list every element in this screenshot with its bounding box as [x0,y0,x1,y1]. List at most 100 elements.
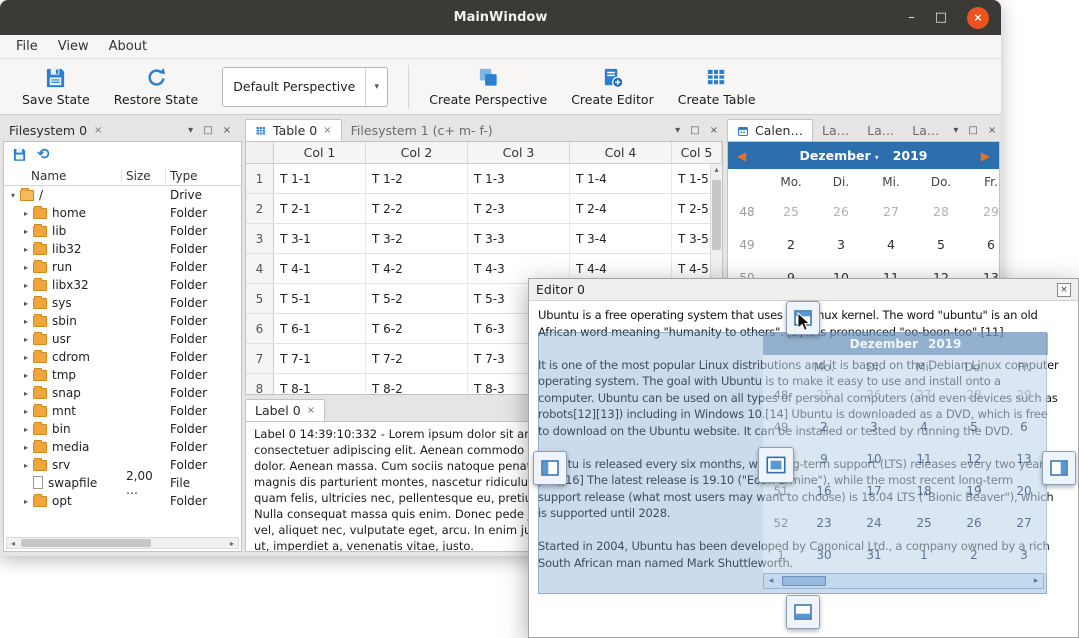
panel-close-icon[interactable]: × [705,125,723,136]
table-cell[interactable]: T 5-2 [366,284,468,313]
tab-label-inactive[interactable]: La… [903,119,948,141]
tree-row[interactable]: ▸ sbin Folder [4,312,241,330]
tree-row[interactable]: ▸ run Folder [4,258,241,276]
next-month-icon[interactable]: ▶ [972,149,999,163]
expand-arrow-icon[interactable]: ▸ [20,227,32,236]
table-cell[interactable]: T 6-2 [366,314,468,343]
calendar-year[interactable]: 2019 [893,148,928,163]
table-row[interactable]: 3 T 3-1 T 3-2 T 3-3 T 3-4 T 3-5 [246,224,722,254]
tab-calendar[interactable]: Calen… [727,119,813,141]
table-cell[interactable]: T 6-1 [274,314,366,343]
table-cell[interactable]: T 8-2 [366,374,468,395]
calendar-day[interactable]: 3 [816,237,866,252]
tree-row[interactable]: ▸ cdrom Folder [4,348,241,366]
table-cell[interactable]: T 3-2 [366,224,468,253]
expand-arrow-icon[interactable]: ▸ [20,245,32,254]
table-cell[interactable]: T 4-1 [274,254,366,283]
tree-row[interactable]: ▸ lib32 Folder [4,240,241,258]
tab-label-inactive[interactable]: La… [858,119,903,141]
calendar-day[interactable]: 5 [916,237,966,252]
tree-row[interactable]: ▸ lib Folder [4,222,241,240]
table-cell[interactable]: T 2-3 [468,194,570,223]
tree-row[interactable]: ▸ sys Folder [4,294,241,312]
table-cell[interactable]: T 2-2 [366,194,468,223]
tree-row[interactable]: ▾ / Drive [4,186,241,204]
menu-item[interactable]: View [48,39,99,54]
filesystem-table-header[interactable]: Name Size Type [4,166,241,186]
table-cell[interactable]: T 4-2 [366,254,468,283]
expand-arrow-icon[interactable]: ▸ [20,389,32,398]
tree-row[interactable]: ▸ mnt Folder [4,402,241,420]
window-titlebar[interactable]: MainWindow – □ × [0,0,1001,35]
tab-label0[interactable]: Label 0 × [245,399,325,421]
calendar-day[interactable]: 6 [966,237,1000,252]
scroll-right-icon[interactable]: ▸ [226,539,238,548]
table-cell[interactable]: T 3-4 [570,224,672,253]
calendar-month[interactable]: Dezember [799,148,870,163]
panel-menu-icon[interactable]: ▾ [670,125,685,136]
table-cell[interactable]: T 7-2 [366,344,468,373]
tab-label-inactive[interactable]: La… [813,119,858,141]
table-cell[interactable]: T 3-1 [274,224,366,253]
calendar-day[interactable]: 26 [816,204,866,219]
expand-arrow-icon[interactable]: ▸ [20,209,32,218]
table-cell[interactable]: T 2-1 [274,194,366,223]
expand-arrow-icon[interactable]: ▸ [20,407,32,416]
save-icon[interactable] [12,147,27,162]
perspective-dropdown[interactable]: Default Perspective ▾ [222,67,388,107]
tree-row[interactable]: ▸ home Folder [4,204,241,222]
table0-header[interactable]: Col 1 Col 2 Col 3 Col 4 Col 5 [246,142,722,164]
expand-arrow-icon[interactable]: ▸ [20,299,32,308]
editor-titlebar[interactable]: Editor 0 × [529,279,1078,301]
restore-icon[interactable]: ⟲ [37,147,50,162]
expand-arrow-icon[interactable]: ▸ [20,425,32,434]
tab-close-icon[interactable]: × [323,125,331,136]
create-table-button[interactable]: Create Table [666,62,768,111]
drop-indicator-left[interactable] [533,451,567,485]
create-perspective-button[interactable]: Create Perspective [417,62,559,111]
create-editor-button[interactable]: Create Editor [559,62,666,111]
panel-menu-icon[interactable]: ▾ [183,125,198,136]
expand-arrow-icon[interactable]: ▸ [20,353,32,362]
table-cell[interactable]: T 8-1 [274,374,366,395]
table-cell[interactable]: T 5-1 [274,284,366,313]
scrollbar-handle[interactable] [21,539,151,547]
table-cell[interactable]: T 1-4 [570,164,672,193]
menu-item[interactable]: About [99,39,157,54]
calendar-day[interactable]: 27 [866,204,916,219]
expand-arrow-icon[interactable]: ▸ [20,317,32,326]
expand-arrow-icon[interactable]: ▾ [7,191,19,200]
expand-arrow-icon[interactable]: ▸ [20,443,32,452]
restore-state-button[interactable]: Restore State [102,62,211,111]
calendar-day[interactable]: 2 [766,237,816,252]
expand-arrow-icon[interactable]: ▸ [20,335,32,344]
panel-float-icon[interactable]: □ [685,125,704,136]
expand-arrow-icon[interactable]: ▸ [20,497,32,506]
table-cell[interactable]: T 1-2 [366,164,468,193]
calendar-day[interactable]: 25 [766,204,816,219]
table-row[interactable]: 2 T 2-1 T 2-2 T 2-3 T 2-4 T 2-5 [246,194,722,224]
prev-month-icon[interactable]: ◀ [728,149,755,163]
calendar-day[interactable]: 29 [966,204,1000,219]
scroll-left-icon[interactable]: ◂ [7,539,19,548]
table-cell[interactable]: T 3-3 [468,224,570,253]
tree-row[interactable]: swapfile 2,00 … File [4,474,241,492]
expand-arrow-icon[interactable]: ▸ [20,371,32,380]
drop-indicator-center[interactable] [758,447,794,483]
tab-close-icon[interactable]: × [307,405,315,416]
table-cell[interactable]: T 1-3 [468,164,570,193]
calendar-day[interactable]: 4 [866,237,916,252]
tree-row[interactable]: ▸ media Folder [4,438,241,456]
minimize-button[interactable]: – [908,11,915,24]
panel-float-icon[interactable]: □ [963,125,982,136]
editor-close-icon[interactable]: × [1057,283,1071,297]
drop-indicator-bottom[interactable] [786,595,820,629]
save-state-button[interactable]: Save State [10,62,102,111]
tab-filesystem1[interactable]: Filesystem 1 (c+ m- f-) [342,119,502,141]
table-cell[interactable]: T 1-1 [274,164,366,193]
panel-menu-icon[interactable]: ▾ [948,125,963,136]
panel-close-icon[interactable]: × [983,125,1001,136]
expand-arrow-icon[interactable]: ▸ [20,461,32,470]
filesystem-panel-titlebar[interactable]: Filesystem 0 × ▾ □ × [3,119,242,141]
panel-close-icon[interactable]: × [218,125,236,136]
